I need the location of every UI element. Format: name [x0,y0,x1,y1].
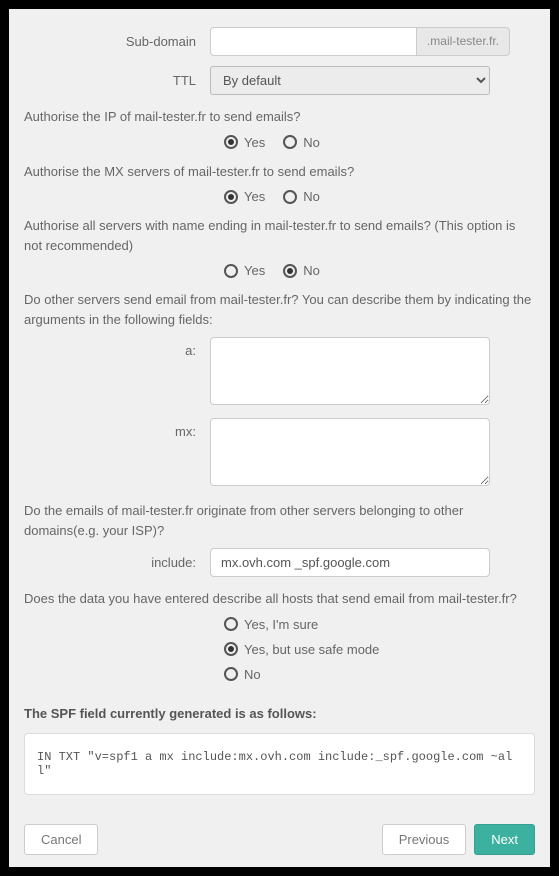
row-include: include: [24,548,535,577]
generated-heading: The SPF field currently generated is as … [24,706,535,721]
radio-icon [224,264,238,278]
radio-icon [283,135,297,149]
radio-all-hosts-sure[interactable]: Yes, I'm sure [224,617,535,632]
radio-label: Yes, I'm sure [244,617,318,632]
radio-auth-mx-no[interactable]: No [283,189,320,204]
dialog-footer: Cancel Previous Next [24,824,535,855]
radio-label: No [303,189,320,204]
row-mx: mx: [24,418,535,489]
next-button[interactable]: Next [474,824,535,855]
question-other-servers: Do other servers send email from mail-te… [24,290,535,329]
radio-all-hosts-no[interactable]: No [224,667,535,682]
question-auth-all: Authorise all servers with name ending i… [24,216,535,255]
mx-textarea[interactable] [210,418,490,486]
radios-auth-ip: Yes No [24,135,535,150]
label-subdomain: Sub-domain [24,34,210,49]
label-a: a: [24,337,210,358]
label-mx: mx: [24,418,210,439]
radio-all-hosts-safe[interactable]: Yes, but use safe mode [224,642,535,657]
label-ttl: TTL [24,73,210,88]
generated-spf: IN TXT "v=spf1 a mx include:mx.ovh.com i… [24,733,535,795]
cancel-button[interactable]: Cancel [24,824,98,855]
question-auth-ip: Authorise the IP of mail-tester.fr to se… [24,107,535,127]
radio-icon [224,190,238,204]
subdomain-addon: .mail-tester.fr. [417,27,510,56]
radio-icon [224,135,238,149]
radio-auth-all-no[interactable]: No [283,263,320,278]
spf-config-panel: Sub-domain .mail-tester.fr. TTL By defau… [9,9,550,867]
radio-icon [224,667,238,681]
ttl-select[interactable]: By default [210,66,490,95]
question-all-hosts: Does the data you have entered describe … [24,589,535,609]
radio-auth-mx-yes[interactable]: Yes [224,189,265,204]
include-input[interactable] [210,548,490,577]
radios-auth-all: Yes No [24,263,535,278]
radio-label: No [303,135,320,150]
radio-icon [283,264,297,278]
subdomain-input[interactable] [210,27,417,56]
question-other-domains: Do the emails of mail-tester.fr originat… [24,501,535,540]
row-ttl: TTL By default [24,66,535,95]
radios-auth-mx: Yes No [24,189,535,204]
radio-icon [224,642,238,656]
previous-button[interactable]: Previous [382,824,467,855]
radio-label: Yes, but use safe mode [244,642,379,657]
radio-icon [224,617,238,631]
radio-label: Yes [244,263,265,278]
radio-label: Yes [244,135,265,150]
radio-icon [283,190,297,204]
form-content: Sub-domain .mail-tester.fr. TTL By defau… [24,27,535,855]
label-include: include: [24,555,210,570]
radio-auth-ip-yes[interactable]: Yes [224,135,265,150]
question-auth-mx: Authorise the MX servers of mail-tester.… [24,162,535,182]
radio-label: No [244,667,261,682]
a-textarea[interactable] [210,337,490,405]
row-subdomain: Sub-domain .mail-tester.fr. [24,27,535,56]
row-a: a: [24,337,535,408]
radios-all-hosts: Yes, I'm sure Yes, but use safe mode No [24,617,535,682]
radio-auth-ip-no[interactable]: No [283,135,320,150]
radio-label: No [303,263,320,278]
radio-label: Yes [244,189,265,204]
radio-auth-all-yes[interactable]: Yes [224,263,265,278]
